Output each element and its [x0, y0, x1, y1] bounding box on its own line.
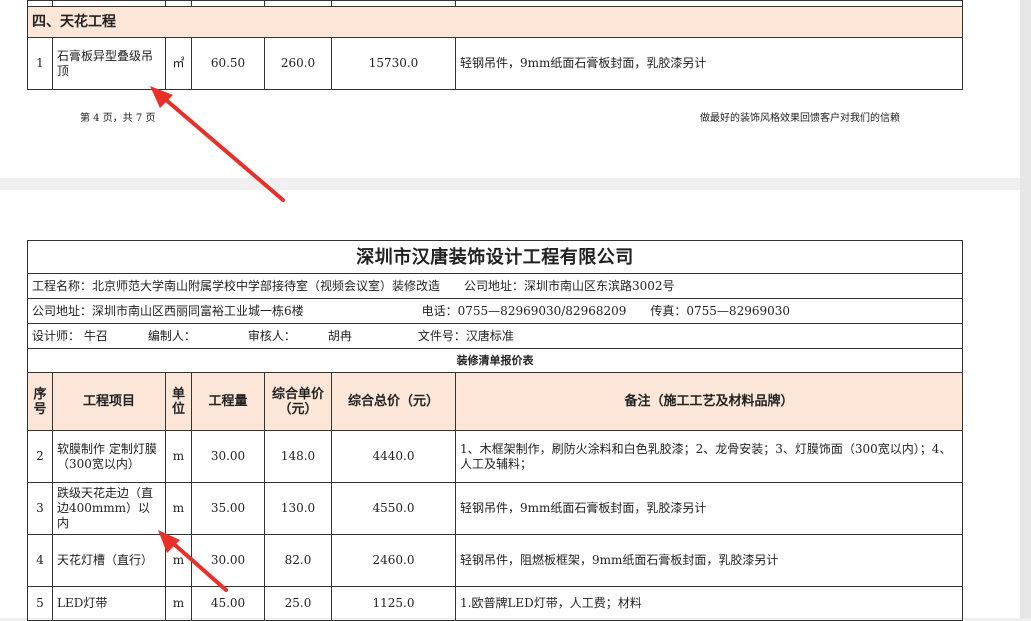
company-address-left: 公司地址：深圳市南山区西丽同富裕工业城一栋6楼	[32, 303, 304, 318]
row-item: 石膏板异型叠级吊顶	[52, 37, 166, 90]
section-title: 四、天花工程	[27, 6, 963, 38]
row-unit: m	[165, 586, 192, 621]
table-row: 4 天花灯槽（直行） m 30.00 82.0 2460.0 轻钢吊件，阻燃板框…	[27, 534, 964, 587]
designer: 设计师： 牛召	[32, 328, 108, 343]
project-name: 工程名称：北京师范大学南山附属学校中学部接待室（视频会议室）装修改造	[32, 278, 441, 293]
row-unit-price: 25.0	[264, 586, 332, 621]
row-unit: m	[165, 482, 192, 535]
reviewer: 审核人：	[247, 328, 296, 343]
row-item: 软膜制作 定制灯膜（300宽以内）	[52, 430, 166, 483]
phone: 电话：0755—82969030/82968209	[421, 303, 627, 318]
company-name: 深圳市汉唐装饰设计工程有限公司	[26, 240, 964, 274]
staff-row: 设计师： 牛召 编制人： 审核人： 胡冉 文件号：汉唐标准	[26, 323, 964, 349]
header-unit: 单位	[165, 372, 192, 431]
row-unit-price: 82.0	[264, 534, 332, 587]
footer-slogan: 做最好的装饰风格效果回馈客户对我们的信赖	[700, 113, 900, 124]
row-note: 轻钢吊件，9mm纸面石膏板封面，乳胶漆另计	[454, 482, 964, 535]
header-unit-price: 综合单价（元）	[264, 372, 332, 431]
row-unit: m	[165, 534, 192, 587]
row-qty: 30.00	[191, 534, 265, 587]
row-no: 1	[27, 37, 53, 90]
row-unit-price: 130.0	[264, 482, 332, 535]
row-unit-price: 148.0	[264, 430, 332, 483]
row-total: 1125.0	[331, 586, 456, 621]
sheet-title: 装修清单报价表	[26, 348, 964, 373]
row-qty: 45.00	[191, 586, 265, 621]
row-no: 4	[27, 534, 53, 587]
contact-row: 公司地址：深圳市南山区西丽同富裕工业城一栋6楼 电话：0755—82969030/…	[26, 298, 964, 324]
row-note: 1.欧普牌LED灯带，人工费；材料	[454, 586, 964, 621]
scrollbar-track[interactable]	[1020, 0, 1031, 618]
row-total: 4440.0	[331, 430, 456, 483]
row-qty: 35.00	[191, 482, 265, 535]
table-row: 5 LED灯带 m 45.00 25.0 1125.0 1.欧普牌LED灯带，人…	[27, 586, 964, 621]
header-no: 序号	[27, 372, 53, 431]
file-no: 文件号：汉唐标准	[417, 328, 514, 343]
table-row: 1 石膏板异型叠级吊顶 ㎡ 60.50 260.0 15730.0 轻钢吊件，9…	[27, 37, 963, 90]
table-row: 2 软膜制作 定制灯膜（300宽以内） m 30.00 148.0 4440.0…	[27, 430, 964, 483]
header-row: 序号 工程项目 单位 工程量 综合单价（元） 综合总价（元） 备注（施工工艺及材…	[27, 372, 964, 431]
company-row: 深圳市汉唐装饰设计工程有限公司	[26, 240, 964, 274]
row-qty: 60.50	[191, 37, 265, 90]
page-4-sheet: 四、天花工程 1 石膏板异型叠级吊顶 ㎡ 60.50 260.0 15730.0…	[0, 0, 1020, 178]
page-number: 第 4 页，共 7 页	[80, 113, 156, 124]
row-unit-price: 260.0	[264, 37, 332, 90]
header-total: 综合总价（元）	[331, 372, 456, 431]
fax: 传真：0755—82969030	[650, 303, 791, 318]
sheet-title-row: 装修清单报价表	[26, 348, 964, 373]
table-row: 3 跌级天花走边（直边400mmm）以内 m 35.00 130.0 4550.…	[27, 482, 964, 535]
row-item: LED灯带	[52, 586, 166, 621]
row-item: 天花灯槽（直行）	[52, 534, 166, 587]
row-qty: 30.00	[191, 430, 265, 483]
header-qty: 工程量	[191, 372, 265, 431]
row-note: 轻钢吊件，9mm纸面石膏板封面，乳胶漆另计	[455, 37, 963, 90]
row-total: 15730.0	[331, 37, 456, 90]
row-total: 4550.0	[331, 482, 456, 535]
header-note: 备注（施工工艺及材料品牌）	[454, 372, 964, 431]
row-unit: ㎡	[165, 37, 192, 90]
header-item: 工程项目	[52, 372, 166, 431]
row-no: 5	[27, 586, 53, 621]
row-note: 1、木框架制作，刷防火涂料和白色乳胶漆；2、龙骨安装；3、灯膜饰面（300宽以内…	[454, 430, 964, 483]
row-item: 跌级天花走边（直边400mmm）以内	[52, 482, 166, 535]
quotation-table-page-5: 深圳市汉唐装饰设计工程有限公司 工程名称：北京师范大学南山附属学校中学部接待室（…	[26, 240, 964, 621]
reviewer-name: 胡冉	[327, 328, 352, 343]
row-unit: m	[165, 430, 192, 483]
row-total: 2460.0	[331, 534, 456, 587]
row-no: 3	[27, 482, 53, 535]
company-address-right: 公司地址：深圳市南山区东滨路3002号	[464, 278, 675, 293]
quotation-table-page-4: 四、天花工程 1 石膏板异型叠级吊顶 ㎡ 60.50 260.0 15730.0…	[27, 0, 963, 90]
section-row: 四、天花工程	[27, 6, 963, 38]
row-note: 轻钢吊件，阻燃板框架，9mm纸面石膏板封面，乳胶漆另计	[454, 534, 964, 587]
project-row: 工程名称：北京师范大学南山附属学校中学部接待室（视频会议室）装修改造 公司地址：深…	[26, 273, 964, 299]
editor: 编制人：	[147, 328, 196, 343]
row-no: 2	[27, 430, 53, 483]
